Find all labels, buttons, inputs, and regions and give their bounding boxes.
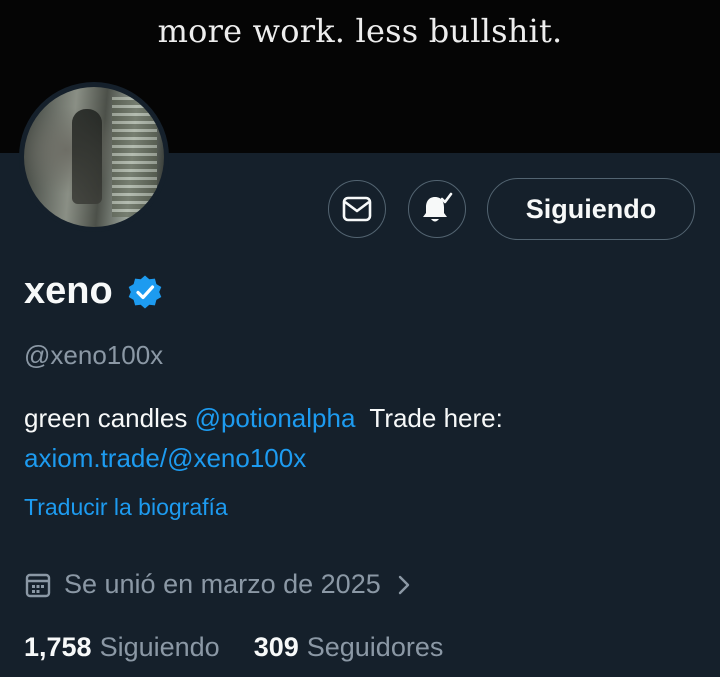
banner-text: more work. less bullshit. bbox=[157, 12, 563, 50]
followers-stat[interactable]: 309 Seguidores bbox=[254, 632, 444, 663]
following-button[interactable]: Siguiendo bbox=[487, 178, 695, 240]
avatar-figure bbox=[72, 109, 102, 204]
followers-count: 309 bbox=[253, 632, 299, 662]
follow-stats: 1,758 Siguiendo 309 Seguidores bbox=[24, 632, 443, 663]
followers-label: Seguidores bbox=[306, 632, 444, 662]
join-date[interactable]: Se unió en marzo de 2025 bbox=[24, 569, 415, 600]
envelope-icon bbox=[342, 196, 372, 222]
avatar[interactable] bbox=[19, 82, 169, 232]
message-button[interactable] bbox=[328, 180, 386, 238]
following-label: Siguiendo bbox=[99, 632, 220, 662]
bell-check-icon bbox=[423, 192, 453, 222]
join-date-text: Se unió en marzo de 2025 bbox=[64, 569, 381, 599]
profile-bio: green candles @potionalpha Trade here: a… bbox=[24, 398, 704, 478]
verified-badge-icon[interactable] bbox=[127, 274, 163, 310]
avatar-shelves bbox=[112, 97, 157, 217]
following-count: 1,758 bbox=[24, 632, 92, 662]
chevron-right-icon bbox=[398, 575, 409, 594]
bio-text: Trade here: bbox=[355, 403, 511, 433]
bio-text: green candles bbox=[24, 403, 195, 433]
bio-url-link[interactable]: axiom.trade/@xeno100x bbox=[24, 443, 306, 473]
notifications-button[interactable] bbox=[408, 180, 466, 238]
user-handle: @xeno100x bbox=[24, 340, 164, 370]
display-name: xeno bbox=[24, 270, 113, 312]
calendar-icon bbox=[25, 573, 51, 597]
avatar-image bbox=[24, 87, 164, 227]
name-row: xeno bbox=[24, 270, 163, 313]
following-stat[interactable]: 1,758 Siguiendo bbox=[24, 632, 220, 663]
translate-bio-link[interactable]: Traducir la biografía bbox=[24, 494, 228, 521]
bio-mention-link[interactable]: @potionalpha bbox=[195, 403, 356, 433]
